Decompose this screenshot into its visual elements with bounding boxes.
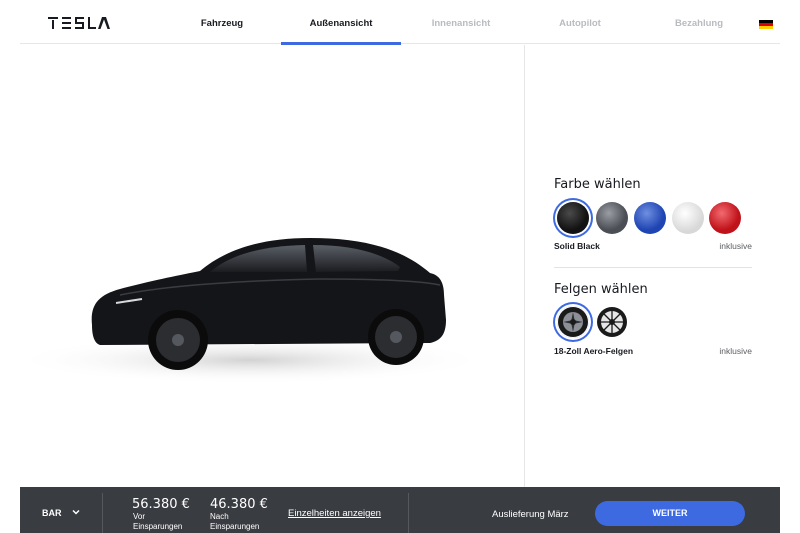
aero-wheel-icon[interactable]	[557, 306, 589, 338]
color-swatch-black[interactable]	[557, 202, 589, 234]
german-flag-icon[interactable]	[759, 20, 773, 29]
color-price: inklusive	[719, 241, 752, 251]
options-panel: Farbe wählen Solid Black inklusive Felge…	[554, 45, 752, 487]
color-swatches	[554, 202, 752, 236]
chevron-down-icon[interactable]	[72, 508, 80, 516]
wheel-price: inklusive	[719, 346, 752, 356]
tab-fahrzeug[interactable]: Fahrzeug	[162, 0, 282, 44]
payment-type-select[interactable]: BAR	[42, 508, 62, 518]
price-footer: BAR 56.380 € Vor Einsparungen 46.380 € N…	[20, 487, 780, 533]
next-button[interactable]: WEITER	[595, 501, 745, 526]
delivery-date: Auslieferung März	[492, 509, 569, 520]
tab-bezahlung[interactable]: Bezahlung	[639, 0, 759, 44]
tab-autopilot[interactable]: Autopilot	[520, 0, 640, 44]
section-divider	[554, 267, 752, 268]
details-link[interactable]: Einzelheiten anzeigen	[288, 508, 381, 519]
tab-innenansicht[interactable]: Innenansicht	[401, 0, 521, 44]
price-before-label: Vor Einsparungen	[133, 512, 183, 531]
price-after-label: Nach Einsparungen	[210, 512, 260, 531]
car-image	[20, 238, 490, 384]
price-before-savings: 56.380 €	[132, 497, 190, 512]
tab-aussenansicht[interactable]: Außenansicht	[281, 0, 401, 45]
color-swatch-white[interactable]	[672, 202, 704, 234]
sport-wheel-icon[interactable]	[596, 306, 628, 338]
panel-divider	[524, 45, 525, 487]
selected-wheel-name: 18-Zoll Aero-Felgen	[554, 346, 634, 356]
color-swatch-grey[interactable]	[596, 202, 628, 234]
wheel-section-title: Felgen wählen	[554, 282, 648, 297]
footer-divider	[102, 493, 103, 533]
selected-color-name: Solid Black	[554, 241, 600, 251]
price-after-savings: 46.380 €	[210, 497, 268, 512]
car-preview	[20, 45, 524, 487]
color-section-title: Farbe wählen	[554, 177, 641, 192]
step-tabs: Fahrzeug Außenansicht Innenansicht Autop…	[20, 0, 780, 45]
wheel-swatches	[554, 306, 752, 340]
footer-divider	[408, 493, 409, 533]
color-swatch-blue[interactable]	[634, 202, 666, 234]
color-swatch-red[interactable]	[709, 202, 741, 234]
top-navigation: Fahrzeug Außenansicht Innenansicht Autop…	[20, 0, 780, 45]
